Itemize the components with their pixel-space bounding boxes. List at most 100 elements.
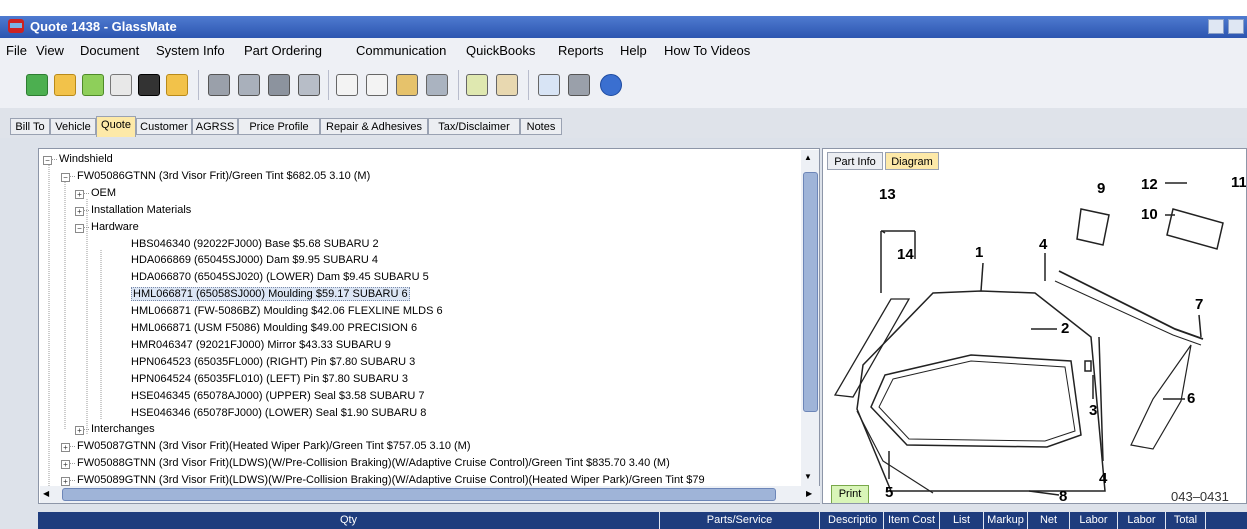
menu-view[interactable]: View [36,43,64,58]
tab-customer[interactable]: Customer [136,118,192,135]
tab-vehicle[interactable]: Vehicle [50,118,96,135]
col-total[interactable]: Total [1166,512,1206,529]
scroll-up-icon[interactable]: ▲ [804,153,812,162]
col-description[interactable]: Descriptio [822,512,884,529]
col-list[interactable]: List [940,512,984,529]
expand-icon[interactable]: + [75,189,84,199]
col-net[interactable]: Net [1028,512,1070,529]
fax-icon[interactable] [268,74,290,96]
tree-item[interactable]: HPN064523 (65035FL000) (RIGHT) Pin $7.80… [131,354,415,371]
minimize-button[interactable] [1208,19,1224,34]
collapse-icon[interactable]: − [61,172,70,182]
callout-12: 12 [1141,176,1158,193]
expand-icon[interactable]: + [61,443,70,453]
menu-part-ordering[interactable]: Part Ordering [244,43,322,58]
menu-document[interactable]: Document [80,43,139,58]
col-labor-1[interactable]: Labor [1070,512,1118,529]
menu-reports[interactable]: Reports [558,43,604,58]
menu-help[interactable]: Help [620,43,647,58]
scroll-down-icon[interactable]: ▼ [804,472,812,481]
tree-vertical-scrollbar[interactable]: ▲ ▼ [801,150,819,486]
tree-item-label: Windshield [59,153,113,165]
folder-go-icon[interactable] [82,74,104,96]
tree-item[interactable]: HDA066870 (65045SJ020) (LOWER) Dam $9.45… [131,269,429,286]
tree-item[interactable]: HML066871 (USM F5086) Moulding $49.00 PR… [131,320,417,337]
edit-list-icon[interactable] [466,74,488,96]
tree-item-label: OEM [91,186,117,199]
scan-icon[interactable] [298,74,320,96]
print-preview-icon[interactable] [238,74,260,96]
help-icon[interactable] [600,74,622,96]
scroll-left-icon[interactable]: ◀ [43,489,49,498]
tree-horizontal-scrollbar[interactable]: ◀ ▶ [40,486,820,503]
collapse-icon[interactable]: − [75,223,84,233]
tree-item-label: HML066871 (FW-5086BZ) Moulding $42.06 FL… [131,305,443,318]
expand-icon[interactable]: + [75,206,84,216]
print-button[interactable]: Print [831,485,869,503]
new-icon[interactable] [26,74,48,96]
scroll-right-icon[interactable]: ▶ [806,489,812,498]
col-parts-service[interactable]: Parts/Service [660,512,820,529]
tree-item[interactable]: − FW05086GTNN (3rd Visor Frit)/Green Tint… [61,168,370,185]
tree-item-label: HML066871 (65058SJ000) Moulding $59.17 S… [131,287,410,302]
tab-bill-to[interactable]: Bill To [10,118,50,135]
tree-item-label: HDA066869 (65045SJ000) Dam $9.95 SUBARU … [131,254,379,267]
diagram-panel: Part Info Diagram 1 2 3 4 4 5 6 7 8 9 10… [822,148,1247,504]
menu-quickbooks[interactable]: QuickBooks [466,43,535,58]
toolbar [0,62,1247,108]
maximize-button[interactable] [1228,19,1244,34]
tree-item[interactable]: HML066871 (65058SJ000) Moulding $59.17 S… [131,286,410,303]
tree-item[interactable]: + OEM [75,185,117,202]
menu-system-info[interactable]: System Info [156,43,225,58]
col-item-cost[interactable]: Item Cost [884,512,940,529]
menu-communication[interactable]: Communication [356,43,446,58]
tab-quote[interactable]: Quote [96,116,136,137]
edit-note-icon[interactable] [496,74,518,96]
menu-how-to-videos[interactable]: How To Videos [664,43,750,58]
tree-item[interactable]: + FW05088GTNN (3rd Visor Frit)(LDWS)(W/Pr… [61,455,670,472]
tree-item[interactable]: HBS046340 (92022FJ000) Base $5.68 SUBARU… [131,236,379,253]
vertical-scroll-thumb[interactable] [803,172,818,412]
menu-file[interactable]: File [6,43,27,58]
tree-item[interactable]: + FW05087GTNN (3rd Visor Frit)(Heated Wip… [61,438,471,455]
tree-item[interactable]: HMR046347 (92021FJ000) Mirror $43.33 SUB… [131,337,391,354]
col-markup[interactable]: Markup [984,512,1028,529]
callout-4b: 4 [1099,470,1108,487]
open-folder-icon[interactable] [54,74,76,96]
tree-item[interactable]: HSE046345 (65078AJ000) (UPPER) Seal $3.5… [131,388,425,405]
folder-icon[interactable] [166,74,188,96]
save-icon[interactable] [138,74,160,96]
tab-price-profile[interactable]: Price Profile [238,118,320,135]
text-doc-icon[interactable] [366,74,388,96]
expand-icon[interactable]: + [75,426,84,436]
tab-strip: Bill To Vehicle Quote Customer AGRSS Pri… [0,108,1247,138]
tree-item[interactable]: + Installation Materials [75,202,191,219]
lock-doc-icon[interactable] [396,74,418,96]
horizontal-scroll-thumb[interactable] [62,488,776,501]
tab-notes[interactable]: Notes [520,118,562,135]
tree-item[interactable]: HDA066869 (65045SJ000) Dam $9.95 SUBARU … [131,252,378,269]
tab-agrss[interactable]: AGRSS [192,118,238,135]
tree-item[interactable]: HML066871 (FW-5086BZ) Moulding $42.06 FL… [131,303,443,320]
callout-7: 7 [1195,296,1203,313]
transfer-icon[interactable] [426,74,448,96]
form-icon[interactable] [110,74,132,96]
collapse-icon[interactable]: − [43,156,52,165]
tab-tax-disclaimer[interactable]: Tax/Disclaimer [428,118,520,135]
tree-item[interactable]: HPN064524 (65035FL010) (LEFT) Pin $7.80 … [131,371,408,388]
col-qty[interactable]: Qty [38,512,660,529]
expand-icon[interactable]: + [61,460,70,470]
expand-icon[interactable]: + [61,477,70,487]
callout-3: 3 [1089,402,1097,419]
parts-tree[interactable]: − Windshield − FW05086GTNN (3rd Visor Frit)… [38,148,820,504]
tree-item[interactable]: − Hardware [75,219,139,236]
word-doc-icon[interactable] [336,74,358,96]
phone-icon[interactable] [568,74,590,96]
col-labor-2[interactable]: Labor [1118,512,1166,529]
tree-item[interactable]: + Interchanges [75,421,155,438]
tree-item[interactable]: − Windshield [43,151,113,168]
print-icon[interactable] [208,74,230,96]
tab-repair-adhesives[interactable]: Repair & Adhesives [320,118,428,135]
calculator-icon[interactable] [538,74,560,96]
tree-item[interactable]: HSE046346 (65078FJ000) (LOWER) Seal $1.9… [131,405,426,422]
